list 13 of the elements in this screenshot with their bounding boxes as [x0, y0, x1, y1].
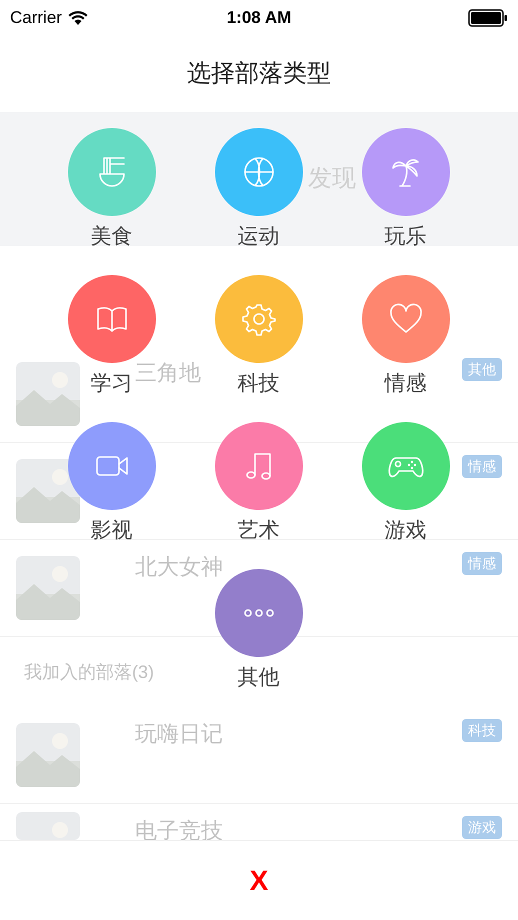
status-time: 1:08 AM [226, 7, 292, 30]
row-tag: 情感 [462, 455, 502, 478]
section-header: 我加入的部落(3) [24, 660, 154, 684]
row-tag: 科技 [462, 719, 502, 742]
row-tag: 其他 [462, 358, 502, 381]
row-tag: 情感 [462, 552, 502, 575]
row-title: 电子竞技 [135, 818, 223, 843]
screen-title: 选择部落类型 [187, 59, 331, 89]
row-tag: 游戏 [462, 816, 502, 839]
carrier-name: Carrier [10, 7, 62, 30]
row-title: 玩嗨日记 [135, 721, 223, 746]
row-title: 北大女神 [135, 554, 223, 579]
row-title: 三角地 [135, 360, 201, 385]
